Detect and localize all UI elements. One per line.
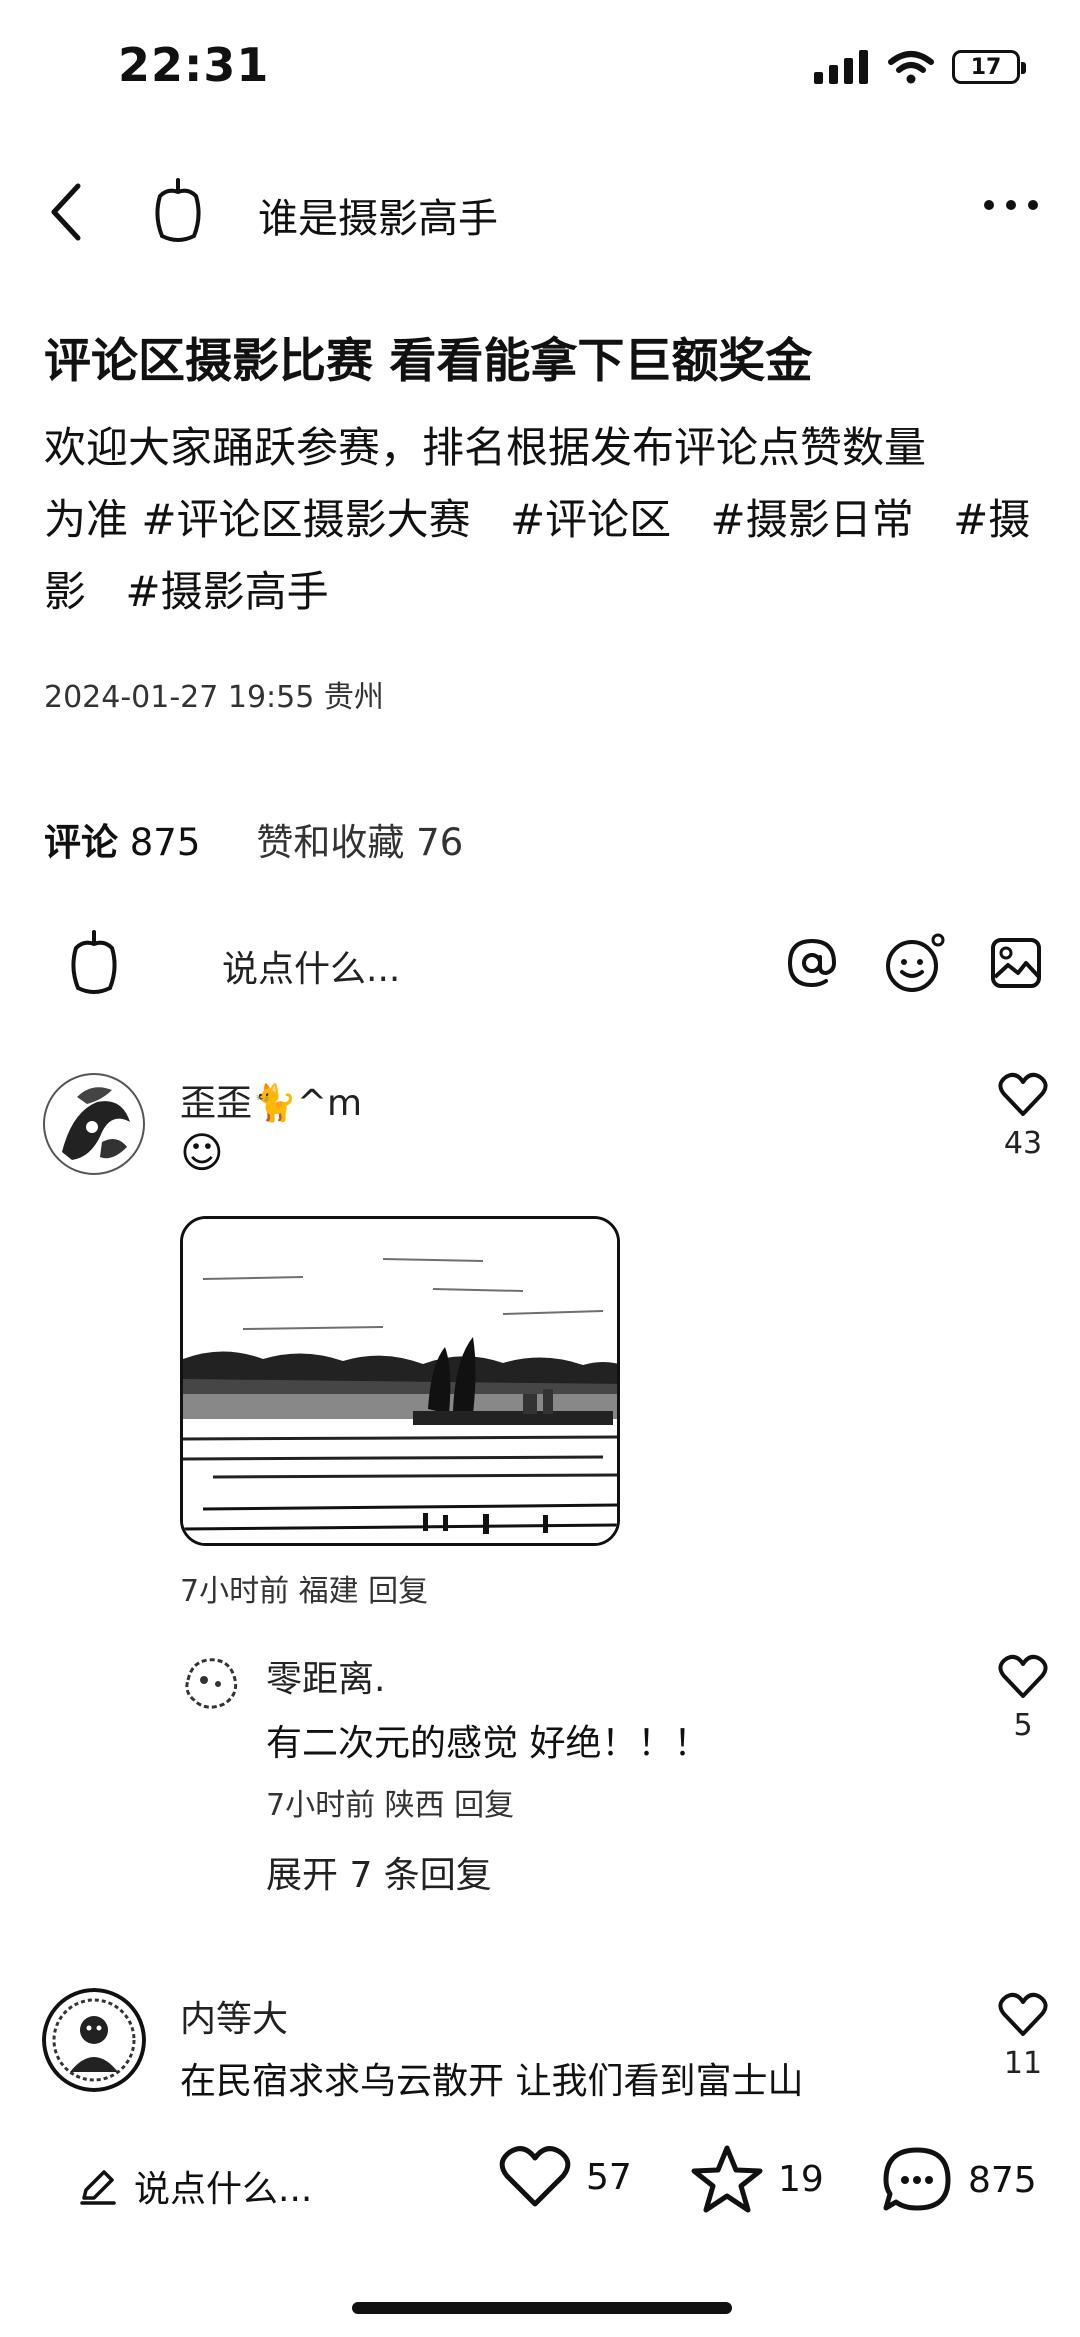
like-count: 43 bbox=[1003, 1126, 1043, 1161]
avatar[interactable] bbox=[42, 1072, 146, 1176]
at-mention-icon[interactable] bbox=[784, 935, 840, 991]
heart-icon bbox=[499, 2146, 571, 2207]
expand-replies-button[interactable]: 展开 7 条回复 bbox=[266, 1846, 492, 1898]
comment-author[interactable]: 歪歪🐈^m bbox=[180, 1074, 362, 1126]
comment-text: 在民宿求求乌云散开 让我们看到富士山 bbox=[180, 2061, 804, 2102]
heart-icon bbox=[998, 1654, 1048, 1698]
like-count: 57 bbox=[586, 2156, 632, 2198]
like-count: 11 bbox=[1003, 2046, 1043, 2081]
comment-input[interactable]: 说点什么... bbox=[222, 940, 400, 992]
image-icon[interactable] bbox=[990, 937, 1042, 989]
more-options-icon[interactable] bbox=[984, 200, 1038, 210]
hashtag[interactable]: #摄影日常 bbox=[711, 495, 914, 544]
comment-meta[interactable]: 7小时前 福建 回复 bbox=[180, 1566, 428, 1610]
chat-bubble-icon bbox=[883, 2147, 951, 2211]
topic-title[interactable]: 谁是摄影高手 bbox=[258, 186, 498, 244]
reply-like[interactable]: 5 bbox=[998, 1654, 1048, 1743]
post-body: 欢迎大家踊跃参赛，排名根据发布评论点赞数量 为准 #评论区摄影大赛 #评论区 #… bbox=[44, 412, 1044, 628]
status-time: 22:31 bbox=[118, 38, 270, 92]
star-icon bbox=[691, 2145, 763, 2213]
heart-icon bbox=[998, 1072, 1048, 1116]
comments-count[interactable]: 评论 875 bbox=[44, 812, 200, 866]
hashtag[interactable]: #评论区摄影大赛 bbox=[141, 495, 470, 544]
pepper-avatar-icon bbox=[66, 928, 122, 996]
like-count: 5 bbox=[1013, 1708, 1033, 1743]
hashtag[interactable]: #评论区 bbox=[510, 495, 671, 544]
post-title: 评论区摄影比赛 看看能拿下巨额奖金 bbox=[44, 334, 813, 389]
comment-like[interactable]: 43 bbox=[998, 1072, 1048, 1161]
post-stats: 评论 875 赞和收藏 76 bbox=[44, 812, 463, 866]
reply-meta[interactable]: 7小时前 陕西 回复 bbox=[266, 1780, 514, 1824]
battery-level: 17 bbox=[970, 54, 1002, 80]
bottom-comment-input[interactable]: 说点什么... bbox=[78, 2160, 312, 2212]
post-meta: 2024-01-27 19:55 贵州 bbox=[44, 680, 384, 715]
favorite-count: 19 bbox=[778, 2158, 824, 2200]
comment-count: 875 bbox=[968, 2159, 1037, 2201]
reply-author[interactable]: 零距离. bbox=[266, 1650, 385, 1702]
status-icons: 17 bbox=[814, 50, 1026, 84]
comment-author[interactable]: 内等大 bbox=[180, 1990, 288, 2042]
like-button[interactable]: 57 bbox=[498, 2144, 632, 2210]
chevron-left-icon bbox=[51, 183, 81, 241]
comment-like[interactable]: 11 bbox=[998, 1992, 1048, 2081]
hashtag[interactable]: #摄影高手 bbox=[125, 567, 328, 616]
post-text-line: 为准 bbox=[44, 495, 129, 544]
wifi-icon bbox=[888, 51, 934, 84]
emoji-icon[interactable] bbox=[884, 932, 946, 994]
pencil-icon bbox=[80, 2170, 116, 2205]
emoji-sticker: ☺ bbox=[180, 1128, 224, 1177]
avatar[interactable] bbox=[42, 1988, 146, 2092]
back-button[interactable] bbox=[48, 182, 84, 242]
home-indicator[interactable] bbox=[352, 2302, 732, 2314]
battery-icon: 17 bbox=[952, 50, 1026, 84]
likes-favorites-count[interactable]: 赞和收藏 76 bbox=[256, 812, 463, 866]
comment-button[interactable]: 875 bbox=[880, 2144, 1037, 2216]
signal-icon bbox=[814, 50, 868, 84]
post-text-line: 欢迎大家踊跃参赛，排名根据发布评论点赞数量 bbox=[44, 423, 927, 472]
comment-photo[interactable] bbox=[180, 1216, 620, 1546]
reply-text: 有二次元的感觉 好绝！！！ bbox=[266, 1723, 710, 1764]
bottom-input-placeholder: 说点什么... bbox=[134, 2169, 313, 2210]
favorite-button[interactable]: 19 bbox=[690, 2144, 824, 2214]
pepper-avatar-icon[interactable] bbox=[150, 176, 206, 244]
heart-icon bbox=[998, 1992, 1048, 2036]
avatar[interactable] bbox=[178, 1650, 244, 1716]
comment-input-actions bbox=[784, 932, 1042, 994]
